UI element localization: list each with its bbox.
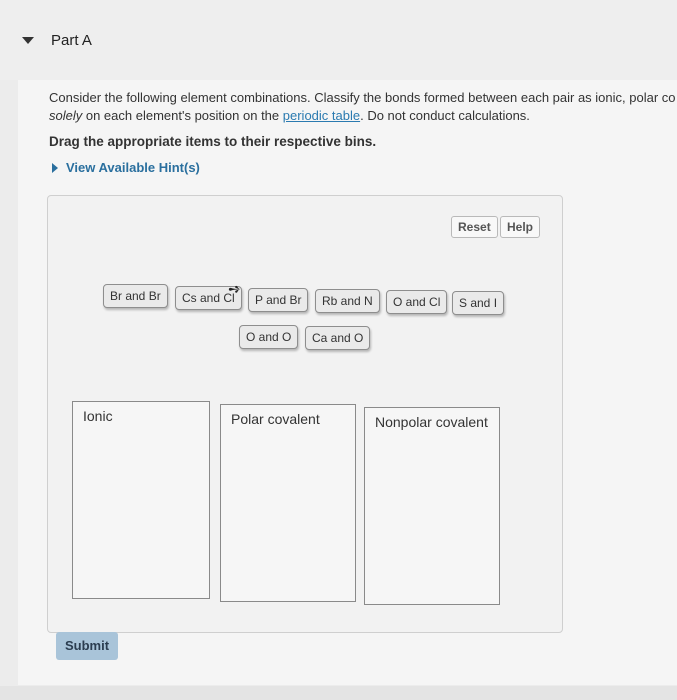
collapse-caret-icon[interactable] (22, 37, 34, 44)
part-title: Part A (51, 32, 92, 49)
part-header[interactable]: Part A (0, 0, 677, 80)
item-br-and-br[interactable]: Br and Br (103, 284, 168, 308)
bin-polar-covalent[interactable]: Polar covalent (220, 404, 356, 602)
periodic-table-link[interactable]: periodic table (283, 108, 360, 123)
bin-ionic[interactable]: Ionic (72, 401, 210, 599)
reset-button[interactable]: Reset (451, 216, 498, 238)
item-p-and-br[interactable]: P and Br (248, 288, 309, 312)
emphasis-solely: solely (49, 108, 83, 123)
hint-label: View Available Hint(s) (66, 160, 200, 175)
question-line-2-b: . Do not conduct calculations. (360, 108, 530, 123)
drag-drop-area: Reset Help Br and Br Cs and Cl P and Br … (47, 195, 563, 633)
bin-polar-label: Polar covalent (231, 411, 320, 427)
bin-nonpolar-covalent[interactable]: Nonpolar covalent (364, 407, 500, 605)
instructions: Drag the appropriate items to their resp… (49, 134, 377, 149)
question-line-2: solely on each element's position on the… (49, 107, 677, 125)
item-rb-and-n[interactable]: Rb and N (315, 289, 380, 313)
question-line-2-a: on each element's position on the (82, 108, 283, 123)
play-triangle-icon (52, 162, 58, 173)
item-o-and-cl[interactable]: O and Cl (386, 290, 448, 314)
bin-nonpolar-label: Nonpolar covalent (375, 414, 488, 430)
item-ca-and-o[interactable]: Ca and O (305, 326, 371, 350)
item-s-and-i[interactable]: S and I (452, 291, 505, 315)
bottom-strip (0, 686, 677, 700)
mouse-cursor-icon: ➺ (228, 281, 241, 298)
help-button[interactable]: Help (500, 216, 541, 238)
submit-button[interactable]: Submit (56, 632, 118, 660)
bin-ionic-label: Ionic (83, 408, 113, 424)
question-line-1: Consider the following element combinati… (49, 90, 676, 105)
item-o-and-o[interactable]: O and O (239, 325, 299, 349)
view-hints-toggle[interactable]: View Available Hint(s) (52, 160, 200, 175)
question-text: Consider the following element combinati… (49, 89, 677, 125)
